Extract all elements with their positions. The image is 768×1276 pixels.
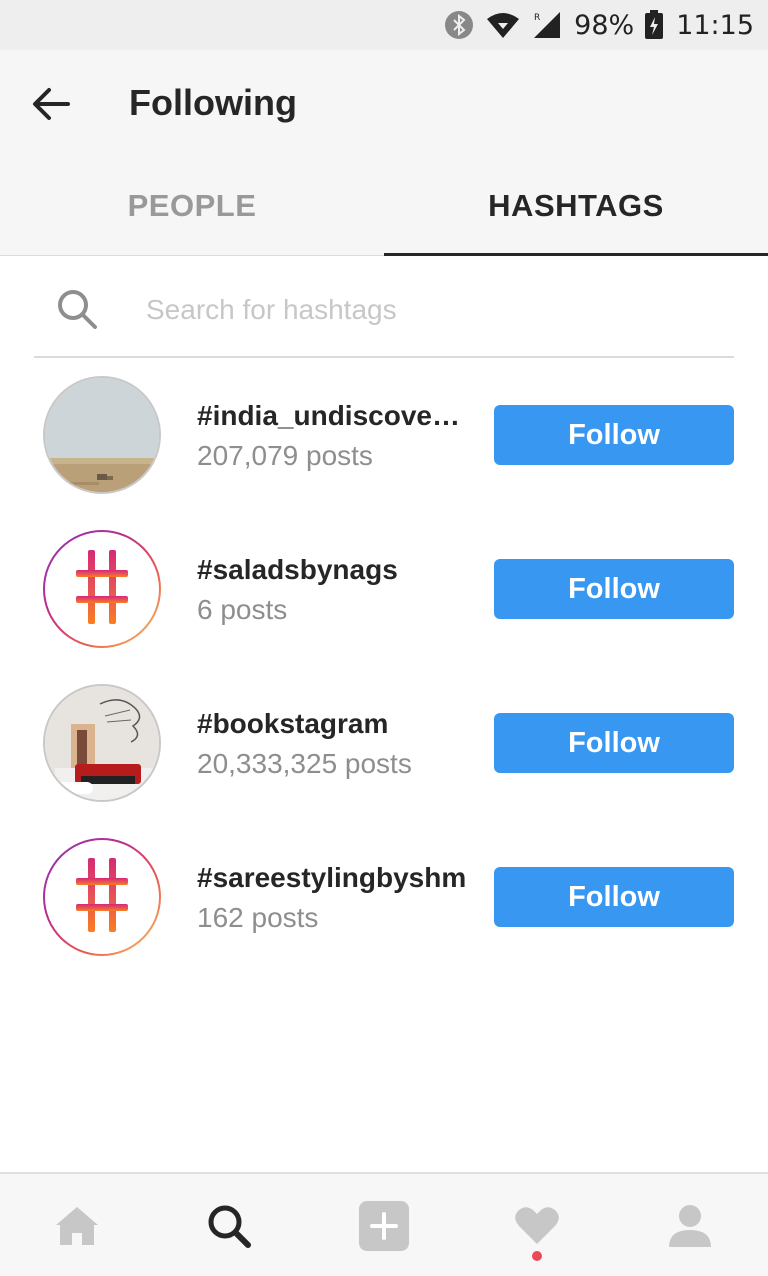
hashtag-name[interactable]: #bookstagram: [197, 708, 467, 740]
signal-icon: R: [532, 10, 562, 40]
hashtag-avatar[interactable]: [43, 530, 161, 648]
hashtag-name[interactable]: #saladsbynags: [197, 554, 467, 586]
post-count: 162 posts: [197, 902, 319, 933]
tab-hashtags[interactable]: HASHTAGS: [384, 180, 768, 256]
profile-icon[interactable]: [660, 1196, 720, 1256]
list-item[interactable]: #india_undiscover… 207,079 posts Follow: [0, 358, 768, 512]
clock: 11:15: [676, 9, 754, 41]
header: Following PEOPLE HASHTAGS: [0, 50, 768, 256]
hashtag-avatar[interactable]: [43, 838, 161, 956]
search-bar: [34, 262, 734, 358]
wifi-icon: [486, 11, 520, 39]
post-count: 207,079 posts: [197, 440, 373, 471]
hashtag-name[interactable]: #india_undiscover…: [197, 400, 467, 432]
tab-people[interactable]: PEOPLE: [0, 180, 384, 256]
list-item[interactable]: #saladsbynags 6 posts Follow: [0, 512, 768, 666]
back-arrow-icon[interactable]: [30, 86, 72, 122]
status-bar: R 98% 11:15: [0, 0, 768, 50]
svg-text:R: R: [534, 13, 540, 23]
page-title: Following: [129, 82, 297, 123]
list-item[interactable]: #bookstagram 20,333,325 posts Follow: [0, 666, 768, 820]
bottom-nav: [0, 1172, 768, 1276]
bluetooth-icon: [444, 10, 474, 40]
search-icon: [56, 288, 98, 330]
add-post-icon[interactable]: [354, 1196, 414, 1256]
battery-percent: 98%: [574, 9, 635, 41]
hashtag-name[interactable]: #sareestylingbyshm: [197, 862, 467, 894]
search-icon[interactable]: [199, 1196, 259, 1256]
list-item[interactable]: #sareestylingbyshm 162 posts Follow: [0, 820, 768, 974]
battery-charging-icon: [644, 10, 664, 40]
follow-button[interactable]: Follow: [494, 867, 734, 927]
hashtag-avatar[interactable]: [43, 684, 161, 802]
hashtag-icon: [76, 857, 128, 937]
follow-button[interactable]: Follow: [494, 713, 734, 773]
search-input[interactable]: [144, 284, 708, 336]
post-count: 6 posts: [197, 594, 288, 625]
follow-button[interactable]: Follow: [494, 405, 734, 465]
notification-dot: [532, 1251, 542, 1261]
follow-button[interactable]: Follow: [494, 559, 734, 619]
home-icon[interactable]: [47, 1196, 107, 1256]
heart-icon[interactable]: [507, 1196, 567, 1256]
hashtag-avatar[interactable]: [43, 376, 161, 494]
post-count: 20,333,325 posts: [197, 748, 412, 779]
hashtag-icon: [76, 549, 128, 629]
